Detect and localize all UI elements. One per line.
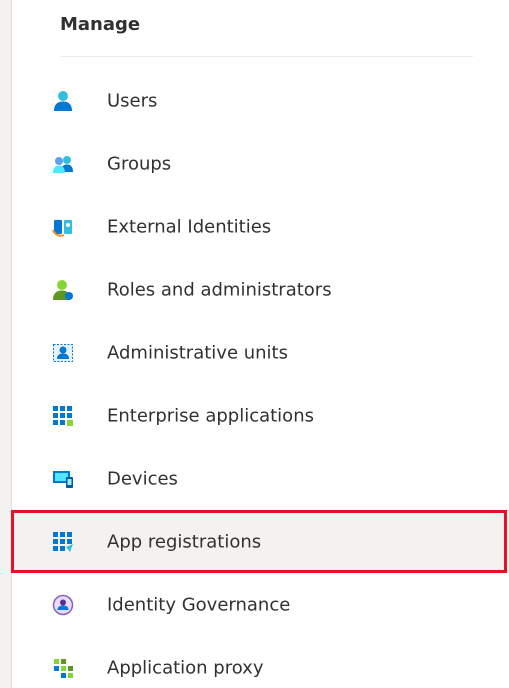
nav-item-label: Groups (107, 153, 172, 174)
nav-item-label: App registrations (107, 531, 262, 552)
nav-item-app-registrations[interactable]: App registrations (11, 510, 509, 573)
nav-item-label: Administrative units (107, 342, 288, 363)
nav-item-devices[interactable]: Devices (13, 447, 509, 510)
blade-left-edge (0, 0, 12, 688)
nav-item-label: Users (107, 90, 158, 111)
nav-item-groups[interactable]: Groups (13, 132, 509, 195)
app-registrations-icon (52, 531, 74, 553)
nav-item-application-proxy[interactable]: Application proxy (13, 636, 509, 688)
nav-item-label: External Identities (107, 216, 272, 237)
nav-item-enterprise-applications[interactable]: Enterprise applications (13, 384, 509, 447)
nav-item-external-identities[interactable]: External Identities (13, 195, 509, 258)
roles-icon (52, 279, 74, 301)
devices-icon (52, 468, 74, 490)
external-identities-icon (52, 216, 74, 238)
admin-units-icon (52, 342, 74, 364)
enterprise-apps-icon (52, 405, 74, 427)
nav-item-label: Roles and administrators (107, 279, 332, 300)
nav-item-administrative-units[interactable]: Administrative units (13, 321, 509, 384)
nav-item-users[interactable]: Users (13, 69, 509, 132)
nav-item-identity-governance[interactable]: Identity Governance (13, 573, 509, 636)
nav-item-roles-and-administrators[interactable]: Roles and administrators (13, 258, 509, 321)
manage-nav-list: Users Groups External Identities Roles a… (11, 69, 509, 688)
identity-governance-icon (52, 594, 74, 616)
nav-item-label: Enterprise applications (107, 405, 314, 426)
nav-item-label: Identity Governance (107, 594, 291, 615)
section-divider (60, 56, 473, 57)
nav-item-label: Application proxy (107, 657, 264, 678)
user-icon (52, 90, 74, 112)
application-proxy-icon (52, 657, 74, 679)
nav-item-label: Devices (107, 468, 178, 489)
groups-icon (52, 153, 74, 175)
section-header-manage: Manage (60, 14, 141, 35)
